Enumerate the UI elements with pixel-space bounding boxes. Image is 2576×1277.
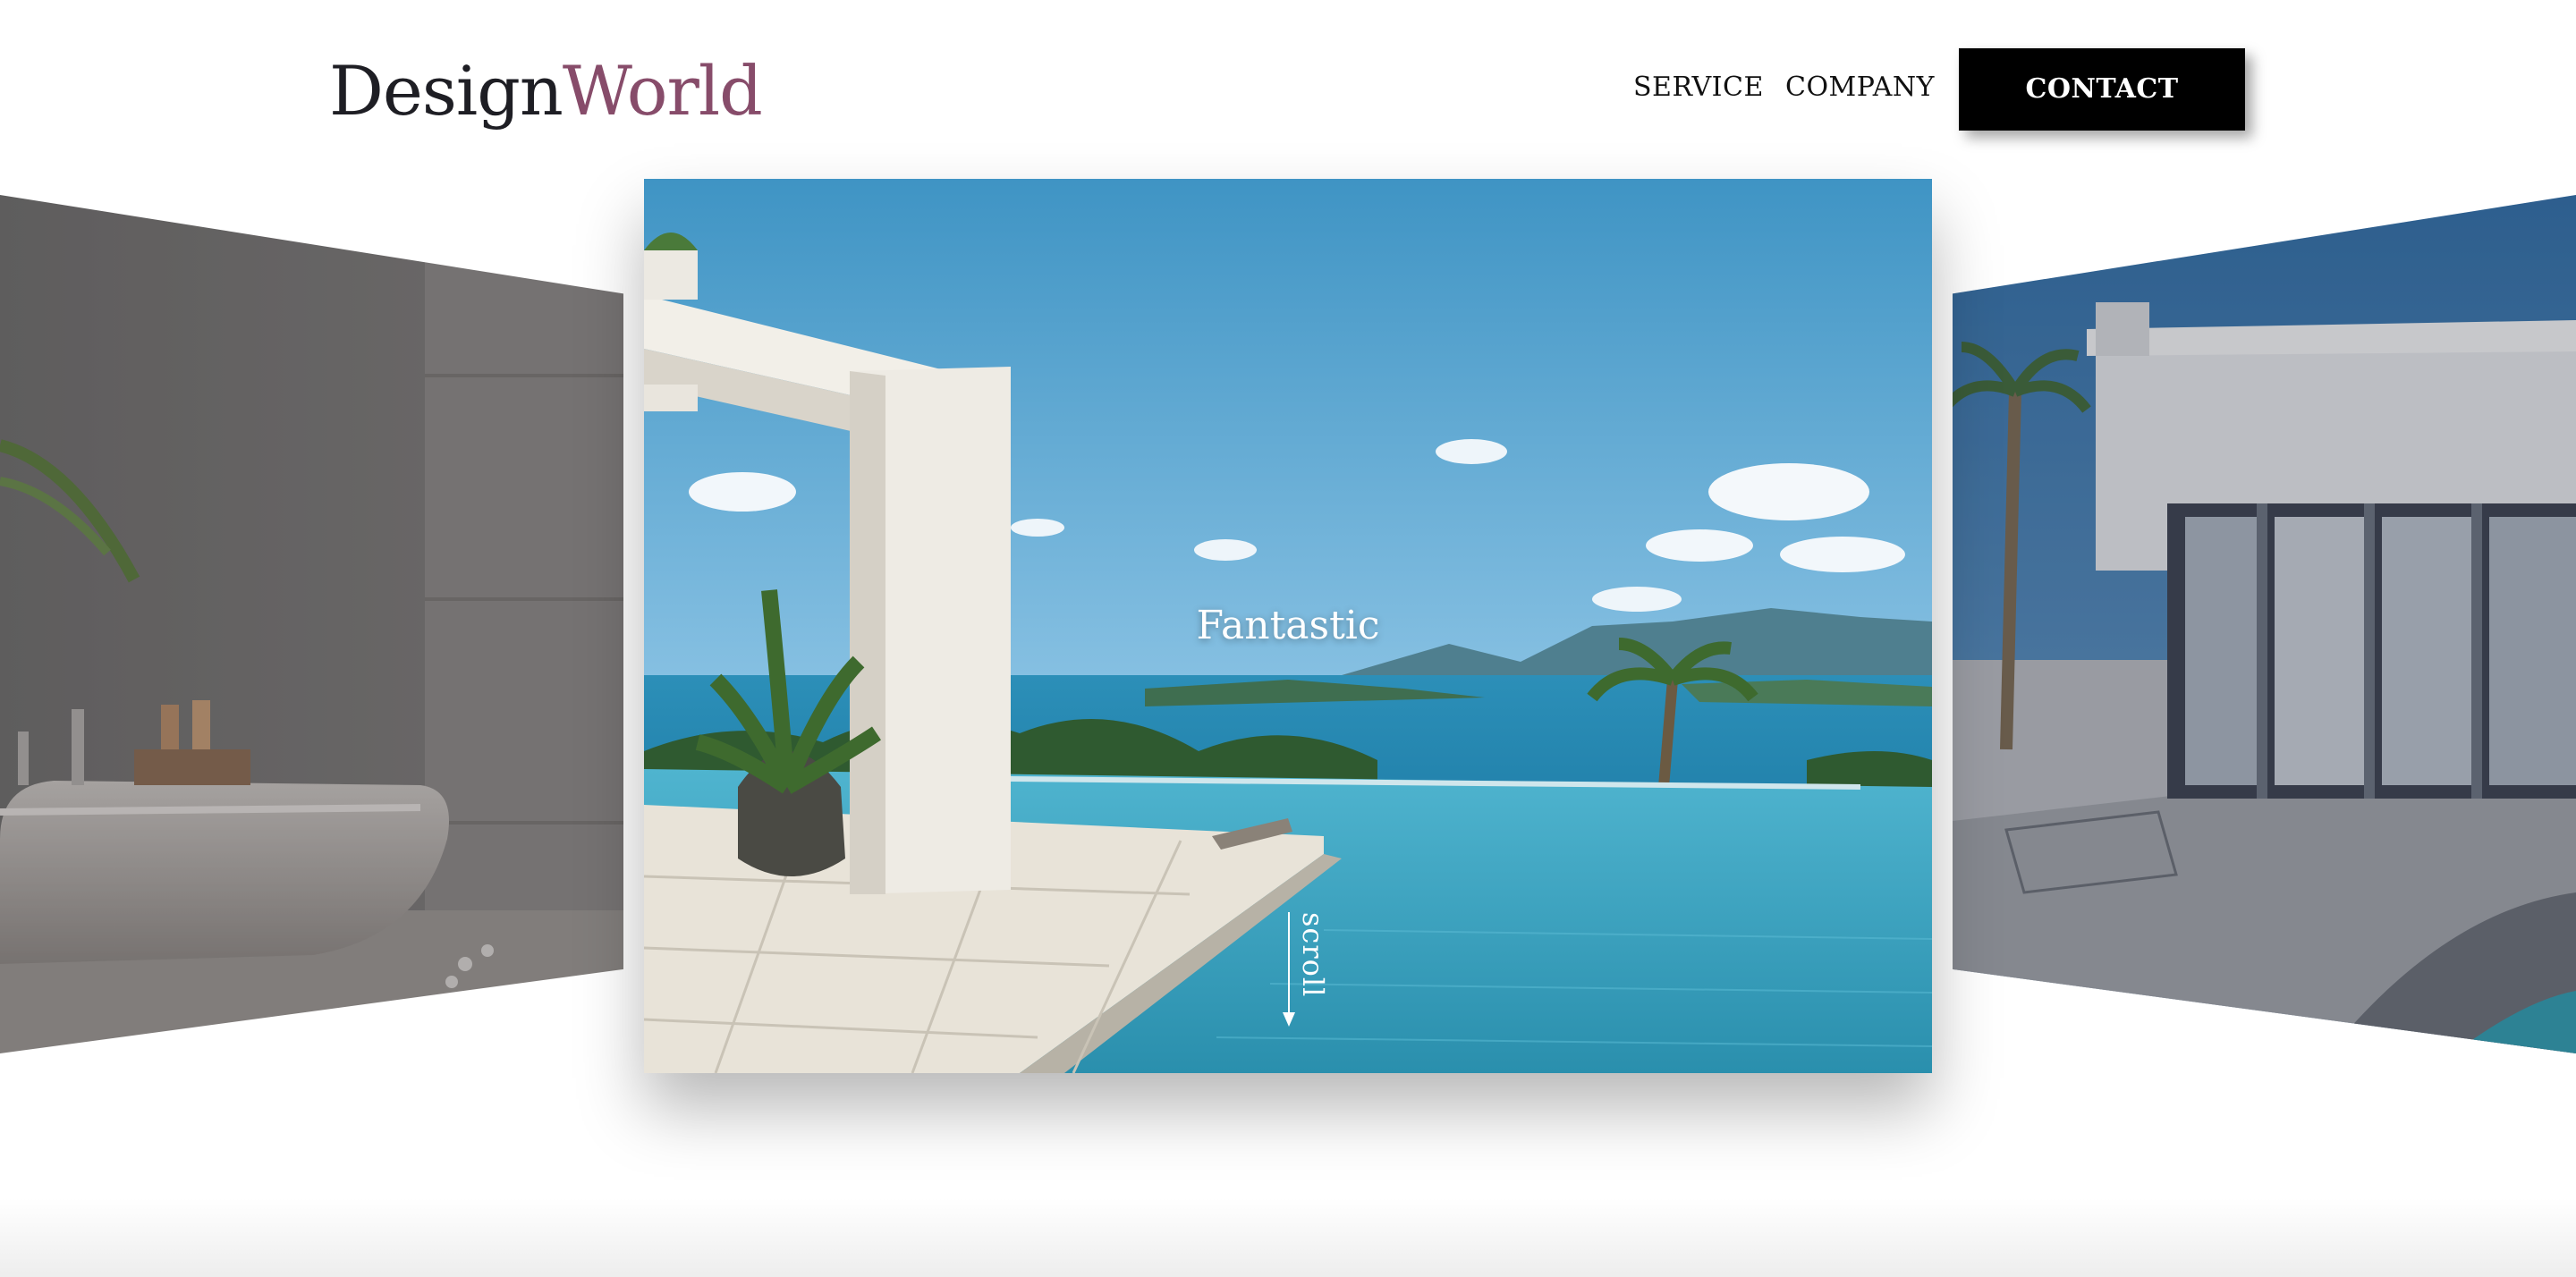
scroll-line (1288, 912, 1290, 1016)
scroll-label: scroll (1296, 912, 1330, 998)
slide-house-preview[interactable] (1953, 195, 2576, 1053)
hero-title: Fantastic (1196, 603, 1380, 648)
slide-dim-overlay (1953, 195, 2576, 1053)
nav-company-link[interactable]: COMPANY (1785, 70, 1935, 106)
contact-button[interactable]: CONTACT (1959, 48, 2245, 131)
logo-text-world: World (562, 51, 763, 131)
scroll-indicator[interactable]: scroll (1261, 912, 1333, 1073)
logo-text-design: Design (329, 51, 564, 131)
logo[interactable]: DesignWorld (329, 47, 763, 136)
arrow-down-icon (1283, 1012, 1295, 1027)
next-section-edge (0, 1198, 2576, 1277)
slide-dim-overlay (0, 195, 623, 1053)
nav-service-link[interactable]: SERVICE (1633, 70, 1764, 106)
hero-slide[interactable]: Fantastic scroll (644, 179, 1932, 1073)
slide-bathroom-preview[interactable] (0, 195, 623, 1053)
